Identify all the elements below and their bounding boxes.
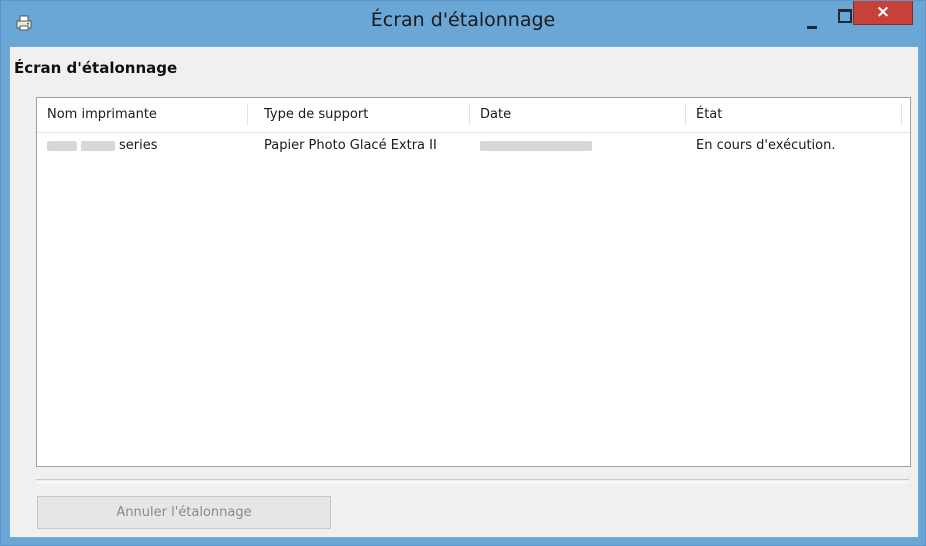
cell-printer-name: series (37, 134, 247, 158)
column-separator[interactable] (901, 104, 902, 126)
close-icon: × (875, 2, 891, 22)
column-header-status[interactable]: État (686, 98, 901, 132)
title-bar[interactable]: Écran d'étalonnage × (1, 1, 925, 46)
window-title: Écran d'étalonnage (370, 9, 556, 31)
cell-status: En cours d'exécution. (696, 138, 836, 153)
calibration-list[interactable]: Nom imprimante Type de support Date État… (36, 97, 911, 467)
table-row[interactable]: series Papier Photo Glacé Extra II En co… (37, 134, 910, 158)
cell-media-type: Papier Photo Glacé Extra II (264, 138, 437, 153)
section-label: Écran d'étalonnage (14, 59, 178, 77)
redacted-text (81, 140, 115, 151)
column-separator[interactable] (247, 104, 248, 126)
maximize-button[interactable] (833, 8, 855, 26)
separator-line (36, 479, 909, 483)
calibration-window: Écran d'étalonnage × Écran d'étalonnage … (0, 0, 926, 546)
column-header-printer-name[interactable]: Nom imprimante (37, 98, 247, 132)
column-header-date[interactable]: Date (470, 98, 685, 132)
cancel-calibration-button[interactable]: Annuler l'étalonnage (37, 496, 331, 529)
column-header-media-type[interactable]: Type de support (254, 98, 469, 132)
redacted-date (480, 140, 592, 151)
redacted-text (47, 140, 77, 151)
list-header: Nom imprimante Type de support Date État (37, 98, 910, 133)
client-area: Écran d'étalonnage Nom imprimante Type d… (9, 46, 919, 538)
minimize-button[interactable] (801, 15, 823, 33)
printer-name-suffix: series (119, 138, 158, 153)
close-button[interactable]: × (853, 1, 913, 25)
cell-date (470, 134, 685, 158)
